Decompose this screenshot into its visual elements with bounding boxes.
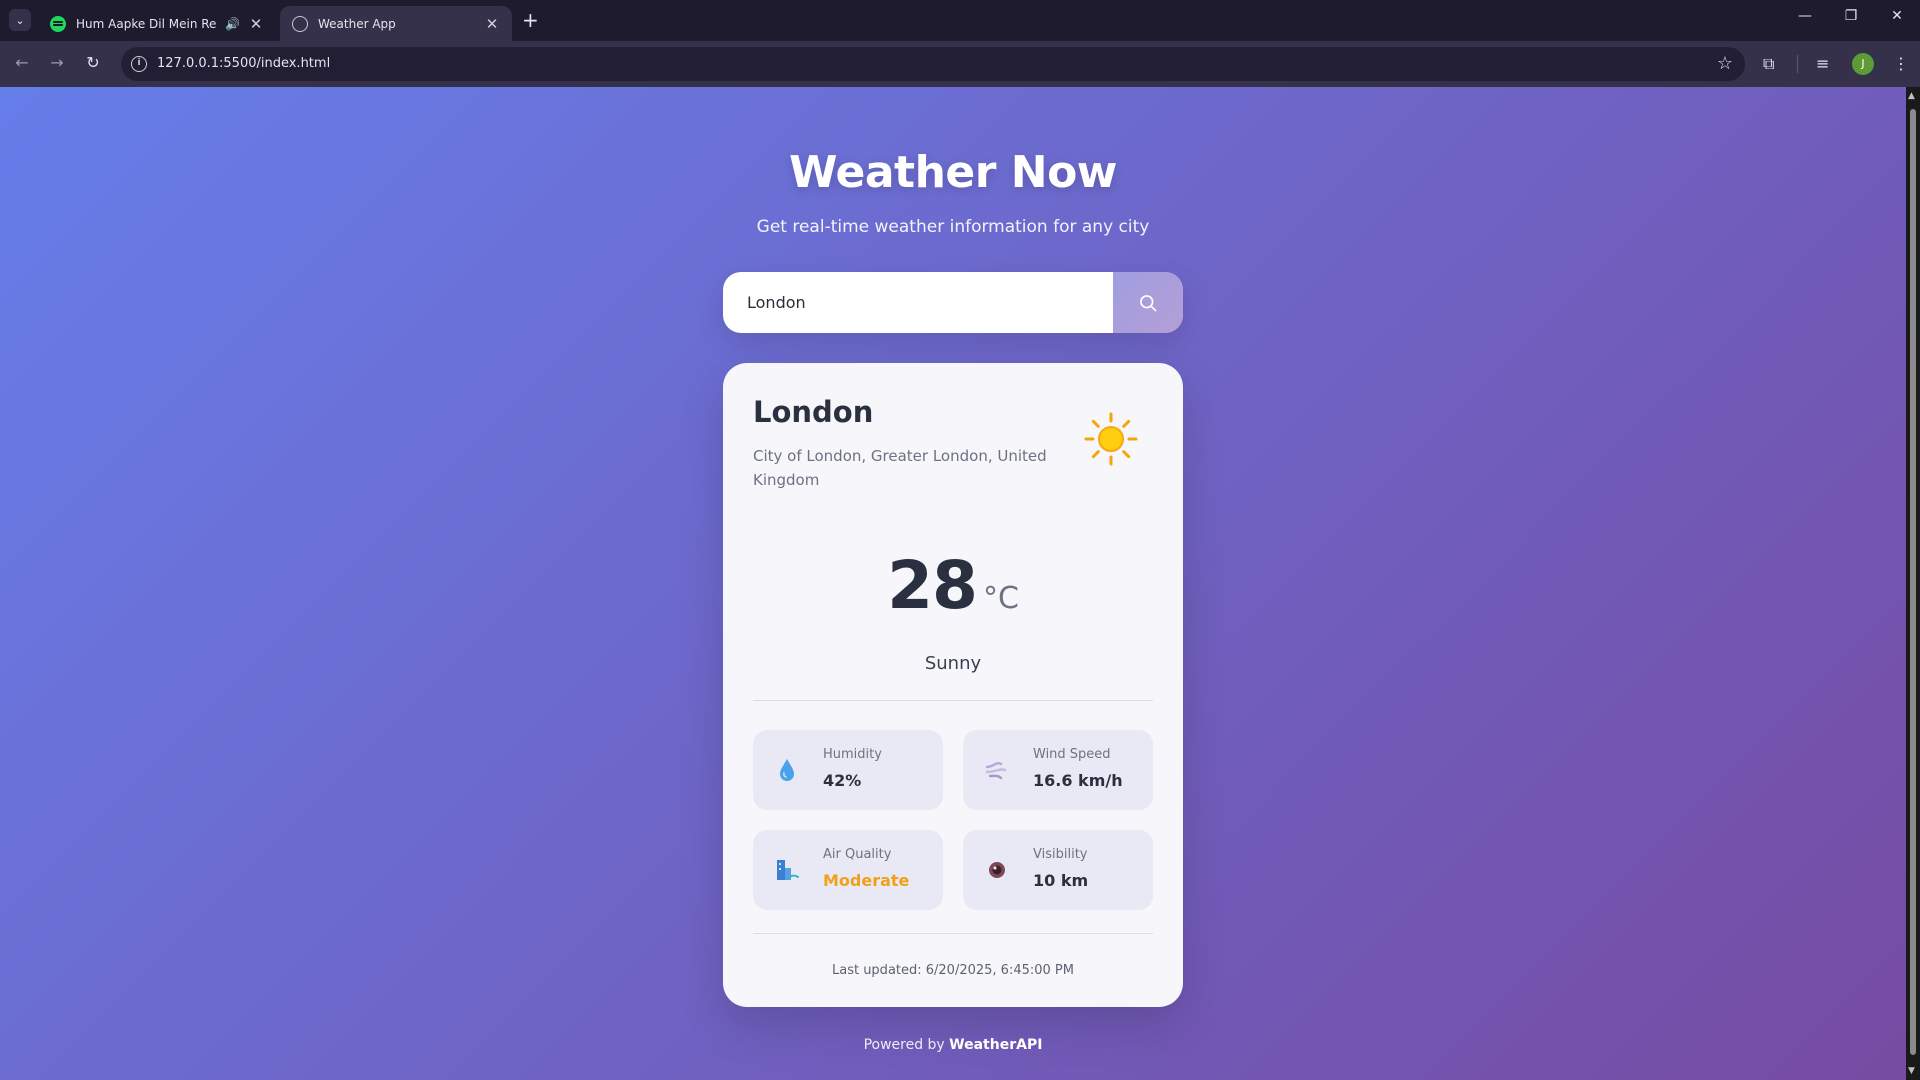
city-name: London <box>753 395 874 429</box>
stat-value: 16.6 km/h <box>1033 771 1123 790</box>
extensions-icon[interactable]: ⧉ <box>1763 54 1774 74</box>
tab-title: Weather App <box>318 16 396 31</box>
stat-label: Air Quality <box>823 847 892 862</box>
droplet-icon <box>780 759 794 781</box>
close-tab-icon[interactable]: ✕ <box>248 15 264 33</box>
footer-prefix: Powered by <box>863 1037 945 1053</box>
air-quality-icon <box>777 860 799 880</box>
close-window-icon[interactable]: ✕ <box>1882 8 1912 24</box>
temperature-unit: °C <box>982 581 1019 616</box>
search-icon <box>1140 294 1157 311</box>
divider <box>753 700 1153 701</box>
city-region: City of London, Greater London, United K… <box>753 447 1047 489</box>
weather-condition: Sunny <box>924 653 982 674</box>
address-bar[interactable]: i 127.0.0.1:5500/index.html ☆ <box>121 47 1745 81</box>
forward-arrow-icon[interactable]: → <box>46 53 68 72</box>
stat-value: Moderate <box>823 871 910 890</box>
stat-wind-speed: Wind Speed 16.6 km/h <box>963 730 1153 810</box>
eye-icon <box>989 862 1005 878</box>
sun-icon <box>1084 412 1138 466</box>
stat-label: Humidity <box>823 747 882 762</box>
media-controls-icon[interactable]: ≡ <box>1816 54 1829 73</box>
new-tab-button[interactable]: + <box>522 9 539 31</box>
page-viewport: Weather Now Get real-time weather inform… <box>0 87 1906 1080</box>
speaker-icon[interactable]: 🔊 <box>225 17 240 31</box>
scroll-thumb[interactable] <box>1910 109 1916 1055</box>
wind-icon <box>985 762 1007 780</box>
search-button[interactable] <box>1113 272 1183 333</box>
city-search-input[interactable] <box>723 272 1113 333</box>
scroll-down-icon[interactable]: ▼ <box>1908 1066 1915 1076</box>
stat-value: 42% <box>823 771 862 790</box>
browser-tab-bar: ⌄ Hum Aapke Dil Mein Rehte 🔊 ✕ Weather A… <box>0 0 1920 41</box>
divider <box>753 933 1153 934</box>
stat-label: Wind Speed <box>1033 747 1111 762</box>
tab-search-chevron-icon[interactable]: ⌄ <box>9 9 31 31</box>
last-updated: Last updated: 6/20/2025, 6:45:00 PM <box>831 963 1074 978</box>
restore-icon[interactable]: ❐ <box>1836 8 1866 24</box>
stat-humidity: Humidity 42% <box>753 730 943 810</box>
spotify-icon <box>50 15 66 32</box>
minimize-icon[interactable]: — <box>1790 8 1820 24</box>
search-bar <box>723 272 1183 333</box>
reload-icon[interactable]: ↻ <box>82 53 104 72</box>
browser-toolbar: ← → ↻ i 127.0.0.1:5500/index.html ☆ ⧉ ≡ … <box>0 41 1920 87</box>
stat-label: Visibility <box>1033 847 1088 862</box>
stat-air-quality: Air Quality Moderate <box>753 830 943 910</box>
globe-icon <box>292 15 308 32</box>
site-info-icon[interactable]: i <box>131 56 147 72</box>
footer-brand: WeatherAPI <box>949 1037 1043 1053</box>
address-url[interactable]: 127.0.0.1:5500/index.html <box>157 56 330 71</box>
weather-card: London City of London, Greater London, U… <box>723 363 1183 1007</box>
stat-visibility: Visibility 10 km <box>963 830 1153 910</box>
profile-avatar[interactable]: J <box>1852 53 1874 75</box>
tab-title: Hum Aapke Dil Mein Rehte <box>76 16 217 31</box>
app-subtitle: Get real-time weather information for an… <box>756 217 1150 237</box>
menu-kebab-icon[interactable]: ⋮ <box>1893 54 1909 73</box>
temperature-display: 28 °C <box>723 547 1183 624</box>
page-scrollbar[interactable]: ▲ ▼ <box>1906 87 1920 1080</box>
app-title: Weather Now <box>789 147 1117 198</box>
back-arrow-icon[interactable]: ← <box>11 53 33 72</box>
temperature-value: 28 <box>887 547 978 624</box>
bookmark-star-icon[interactable]: ☆ <box>1717 53 1733 74</box>
toolbar-separator <box>1797 55 1798 73</box>
tab-weather-app[interactable]: Weather App ✕ <box>280 6 512 41</box>
scroll-up-icon[interactable]: ▲ <box>1908 91 1915 101</box>
stat-value: 10 km <box>1033 871 1089 890</box>
close-tab-icon[interactable]: ✕ <box>484 15 500 33</box>
footer: Powered by WeatherAPI <box>0 1037 1906 1053</box>
tab-spotify[interactable]: Hum Aapke Dil Mein Rehte 🔊 ✕ <box>38 6 276 41</box>
